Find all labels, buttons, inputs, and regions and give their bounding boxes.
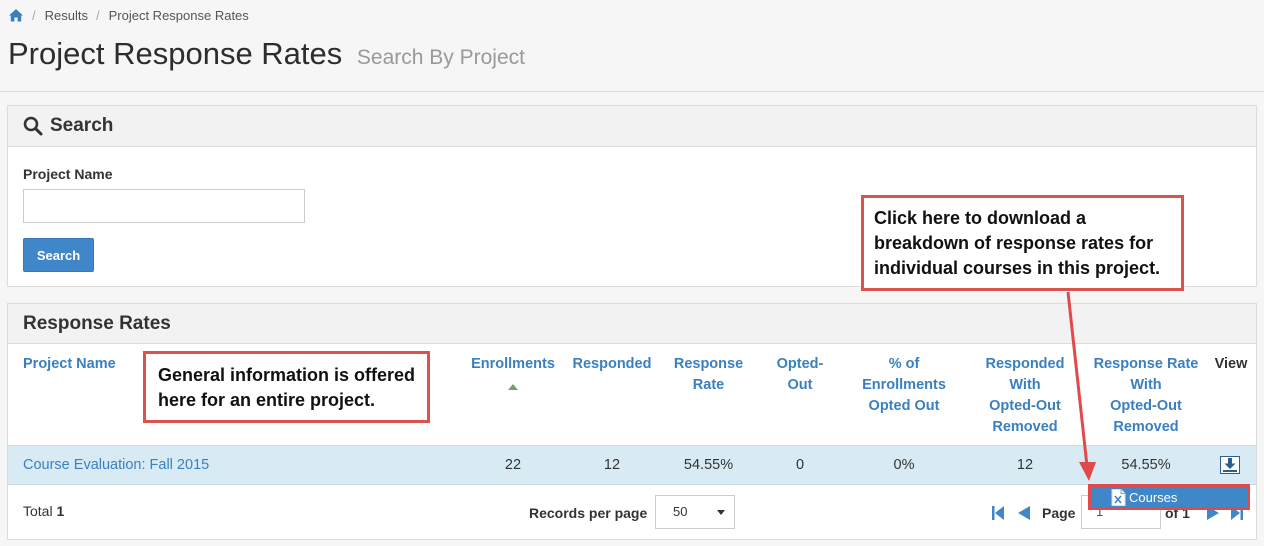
records-per-page-select[interactable]: 50 bbox=[655, 495, 735, 529]
cell-responded-removed: 12 bbox=[1016, 457, 1034, 473]
search-panel-title: Search bbox=[50, 115, 114, 136]
col-header-view: View bbox=[1214, 356, 1248, 372]
col-header-rate-removed-line: Response Rate bbox=[1093, 356, 1199, 372]
download-icon[interactable] bbox=[1220, 456, 1240, 474]
col-header-responded-removed-line: Removed bbox=[992, 419, 1058, 435]
courses-download-menu-item[interactable]: Courses bbox=[1088, 484, 1250, 510]
excel-file-icon bbox=[1111, 488, 1126, 506]
col-header-enrollments[interactable]: Enrollments bbox=[463, 354, 563, 375]
breadcrumb-results-link[interactable]: Results bbox=[45, 8, 88, 23]
col-header-pct-opted-out-line: Opted Out bbox=[868, 398, 940, 414]
first-page-icon[interactable] bbox=[991, 505, 1005, 521]
total-label: Total bbox=[23, 503, 53, 519]
col-header-project-name[interactable]: Project Name bbox=[23, 354, 116, 375]
download-callout-line: Click here to download a bbox=[874, 208, 1087, 228]
col-header-pct-opted-out-line: % of bbox=[888, 356, 920, 372]
table-footer: Total 1 Records per page 50 Page 1 of 1 bbox=[8, 487, 1256, 540]
records-per-page-value: 50 bbox=[673, 504, 688, 519]
col-header-opted-out-line: Out bbox=[787, 377, 813, 393]
col-header-responded-removed-line: Responded bbox=[985, 356, 1065, 372]
project-name-input[interactable] bbox=[23, 189, 305, 223]
page-title-text: Project Response Rates bbox=[8, 36, 343, 71]
col-header-responded-removed-line: Opted-Out bbox=[989, 398, 1061, 414]
download-callout: Click here to download a breakdown of re… bbox=[861, 195, 1184, 291]
col-header-responded-opted-out-removed[interactable]: Responded With Opted-Out Removed bbox=[964, 354, 1086, 438]
col-header-rate-removed-line: Removed bbox=[1113, 419, 1179, 435]
col-header-opted-out[interactable]: Opted- Out bbox=[756, 354, 844, 396]
response-rates-title: Response Rates bbox=[23, 312, 171, 334]
cell-responded: 12 bbox=[603, 457, 621, 473]
general-callout-line: here for an entire project. bbox=[158, 390, 376, 410]
col-header-pct-opted-out-line: Enrollments bbox=[862, 377, 946, 393]
cell-enrollments: 22 bbox=[504, 457, 522, 473]
page-title: Project Response Rates Search By Project bbox=[8, 36, 525, 72]
col-header-responded[interactable]: Responded bbox=[563, 354, 661, 375]
download-callout-line: individual courses in this project. bbox=[874, 258, 1161, 278]
col-header-response-rate[interactable]: Response Rate bbox=[661, 354, 756, 396]
response-rates-header: Response Rates bbox=[8, 304, 1256, 344]
cell-pct-opted-out: 0% bbox=[893, 457, 915, 473]
project-name-label: Project Name bbox=[23, 166, 113, 182]
search-icon bbox=[23, 116, 43, 136]
cell-rate-removed: 54.55% bbox=[1121, 457, 1171, 473]
total-count: Total 1 bbox=[23, 503, 64, 519]
previous-page-icon[interactable] bbox=[1017, 505, 1031, 521]
sort-ascending-icon bbox=[508, 384, 518, 390]
general-info-callout: General information is offered here for … bbox=[143, 351, 430, 423]
search-button[interactable]: Search bbox=[23, 238, 94, 272]
col-header-response-rate-line: Response bbox=[673, 356, 744, 372]
records-per-page-label: Records per page bbox=[529, 505, 648, 521]
page-subtitle: Search By Project bbox=[356, 46, 525, 69]
breadcrumb-current: Project Response Rates bbox=[108, 7, 249, 23]
breadcrumb: / Results / Project Response Rates bbox=[8, 6, 249, 24]
search-panel-header: Search bbox=[8, 106, 1256, 147]
project-name-link[interactable]: Course Evaluation: Fall 2015 bbox=[23, 446, 209, 484]
total-value: 1 bbox=[56, 503, 65, 519]
cell-opted-out: 0 bbox=[795, 457, 805, 473]
page-label: Page bbox=[1042, 505, 1076, 521]
download-callout-line: breakdown of response rates for bbox=[874, 233, 1154, 253]
breadcrumb-separator: / bbox=[95, 7, 100, 23]
courses-menu-label: Courses bbox=[1129, 489, 1178, 505]
cell-response-rate: 54.55% bbox=[683, 457, 734, 473]
table-row: Course Evaluation: Fall 2015 22 12 54.55… bbox=[8, 445, 1256, 485]
col-header-responded-removed-line: With bbox=[1009, 377, 1041, 393]
title-divider bbox=[0, 91, 1264, 92]
col-header-response-rate-line: Rate bbox=[692, 377, 725, 393]
col-header-pct-opted-out[interactable]: % of Enrollments Opted Out bbox=[844, 354, 964, 417]
col-header-rate-removed-line: With bbox=[1130, 377, 1162, 393]
breadcrumb-separator: / bbox=[32, 7, 36, 23]
col-header-response-rate-opted-out-removed[interactable]: Response Rate With Opted-Out Removed bbox=[1086, 354, 1206, 438]
col-header-rate-removed-line: Opted-Out bbox=[1110, 398, 1182, 414]
col-header-opted-out-line: Opted- bbox=[776, 356, 824, 372]
caret-down-icon bbox=[717, 510, 725, 515]
home-icon[interactable] bbox=[8, 8, 24, 22]
general-callout-line: General information is offered bbox=[158, 365, 416, 385]
